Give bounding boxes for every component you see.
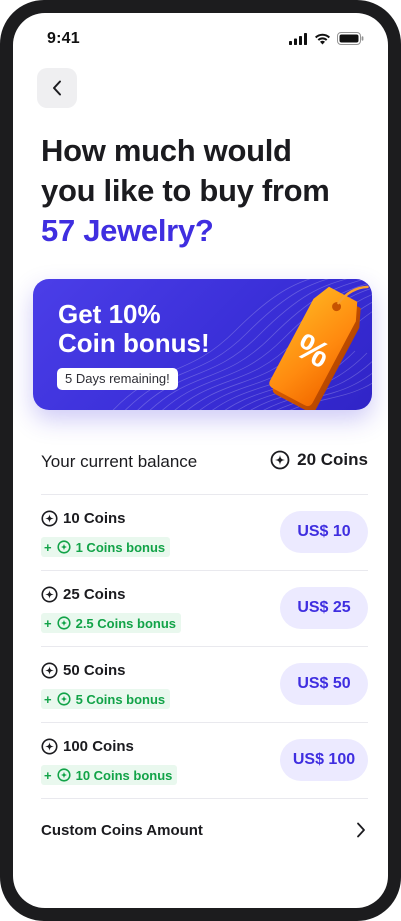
price-button[interactable]: US$ 50 bbox=[280, 663, 368, 705]
status-icons bbox=[289, 32, 364, 45]
title-line-2: you like to buy from bbox=[41, 173, 330, 208]
package-name-text: 25 Coins bbox=[63, 586, 126, 603]
title-line-1: How much would bbox=[41, 133, 292, 168]
coin-icon bbox=[57, 692, 71, 706]
page-title: How much would you like to buy from 57 J… bbox=[41, 131, 371, 251]
custom-amount-row[interactable]: Custom Coins Amount bbox=[41, 813, 368, 849]
balance-value: 20 Coins bbox=[270, 450, 368, 470]
balance-label: Your current balance bbox=[41, 452, 198, 471]
plus-sign: + bbox=[44, 539, 52, 555]
coin-icon bbox=[41, 738, 58, 755]
back-button[interactable] bbox=[37, 68, 77, 108]
chevron-left-icon bbox=[53, 80, 61, 96]
coin-icon bbox=[57, 540, 71, 554]
package-name: 50 Coins bbox=[41, 662, 126, 679]
price-button[interactable]: US$ 100 bbox=[280, 739, 368, 781]
promo-title: Get 10% Coin bonus! bbox=[58, 300, 248, 358]
remaining-badge: 5 Days remaining! bbox=[57, 368, 178, 390]
bonus-badge: + 10 Coins bonus bbox=[41, 765, 178, 785]
promo-banner[interactable]: Get 10% Coin bonus! 5 Days remaining! % bbox=[33, 279, 372, 410]
package-name: 100 Coins bbox=[41, 738, 134, 755]
coin-package: 10 Coins + 1 Coins bonus US$ 10 bbox=[41, 495, 368, 571]
bonus-text: 1 Coins bonus bbox=[75, 539, 166, 555]
status-time: 9:41 bbox=[47, 30, 80, 47]
coin-icon bbox=[41, 662, 58, 679]
plus-sign: + bbox=[44, 615, 52, 631]
price-button[interactable]: US$ 25 bbox=[280, 587, 368, 629]
divider bbox=[41, 798, 368, 799]
signal-icon bbox=[289, 32, 307, 45]
package-name-text: 100 Coins bbox=[63, 738, 134, 755]
bonus-text: 2.5 Coins bonus bbox=[75, 615, 176, 631]
bonus-text: 10 Coins bonus bbox=[75, 767, 173, 783]
coin-package: 25 Coins + 2.5 Coins bonus US$ 25 bbox=[41, 571, 368, 647]
chevron-right-icon bbox=[357, 822, 365, 838]
custom-amount-label: Custom Coins Amount bbox=[41, 822, 203, 839]
bonus-badge: + 2.5 Coins bonus bbox=[41, 613, 181, 633]
balance-row: Your current balance 20 Coins bbox=[41, 450, 368, 476]
plus-sign: + bbox=[44, 691, 52, 707]
package-name: 10 Coins bbox=[41, 510, 126, 527]
coin-icon bbox=[57, 768, 71, 782]
coin-package: 50 Coins + 5 Coins bonus US$ 50 bbox=[41, 647, 368, 723]
coin-icon bbox=[270, 450, 290, 470]
coin-icon bbox=[41, 510, 58, 527]
price-button[interactable]: US$ 10 bbox=[280, 511, 368, 553]
coin-icon bbox=[41, 586, 58, 603]
package-name: 25 Coins bbox=[41, 586, 126, 603]
package-name-text: 50 Coins bbox=[63, 662, 126, 679]
bonus-text: 5 Coins bonus bbox=[75, 691, 166, 707]
plus-sign: + bbox=[44, 767, 52, 783]
coin-package: 100 Coins + 10 Coins bonus US$ 100 bbox=[41, 723, 368, 799]
battery-icon bbox=[337, 32, 364, 45]
coin-icon bbox=[57, 616, 71, 630]
package-name-text: 10 Coins bbox=[63, 510, 126, 527]
screen: 9:41 How much would you like to buy from… bbox=[13, 13, 388, 908]
store-name: 57 Jewelry? bbox=[41, 213, 214, 248]
promo-title-line-1: Get 10% bbox=[58, 299, 161, 329]
discount-tag-icon: % bbox=[269, 285, 369, 410]
balance-amount: 20 Coins bbox=[297, 450, 368, 469]
bonus-badge: + 5 Coins bonus bbox=[41, 689, 171, 709]
promo-title-line-2: Coin bonus! bbox=[58, 328, 210, 358]
bonus-badge: + 1 Coins bonus bbox=[41, 537, 171, 557]
status-bar: 9:41 bbox=[13, 13, 388, 63]
wifi-icon bbox=[315, 33, 330, 44]
